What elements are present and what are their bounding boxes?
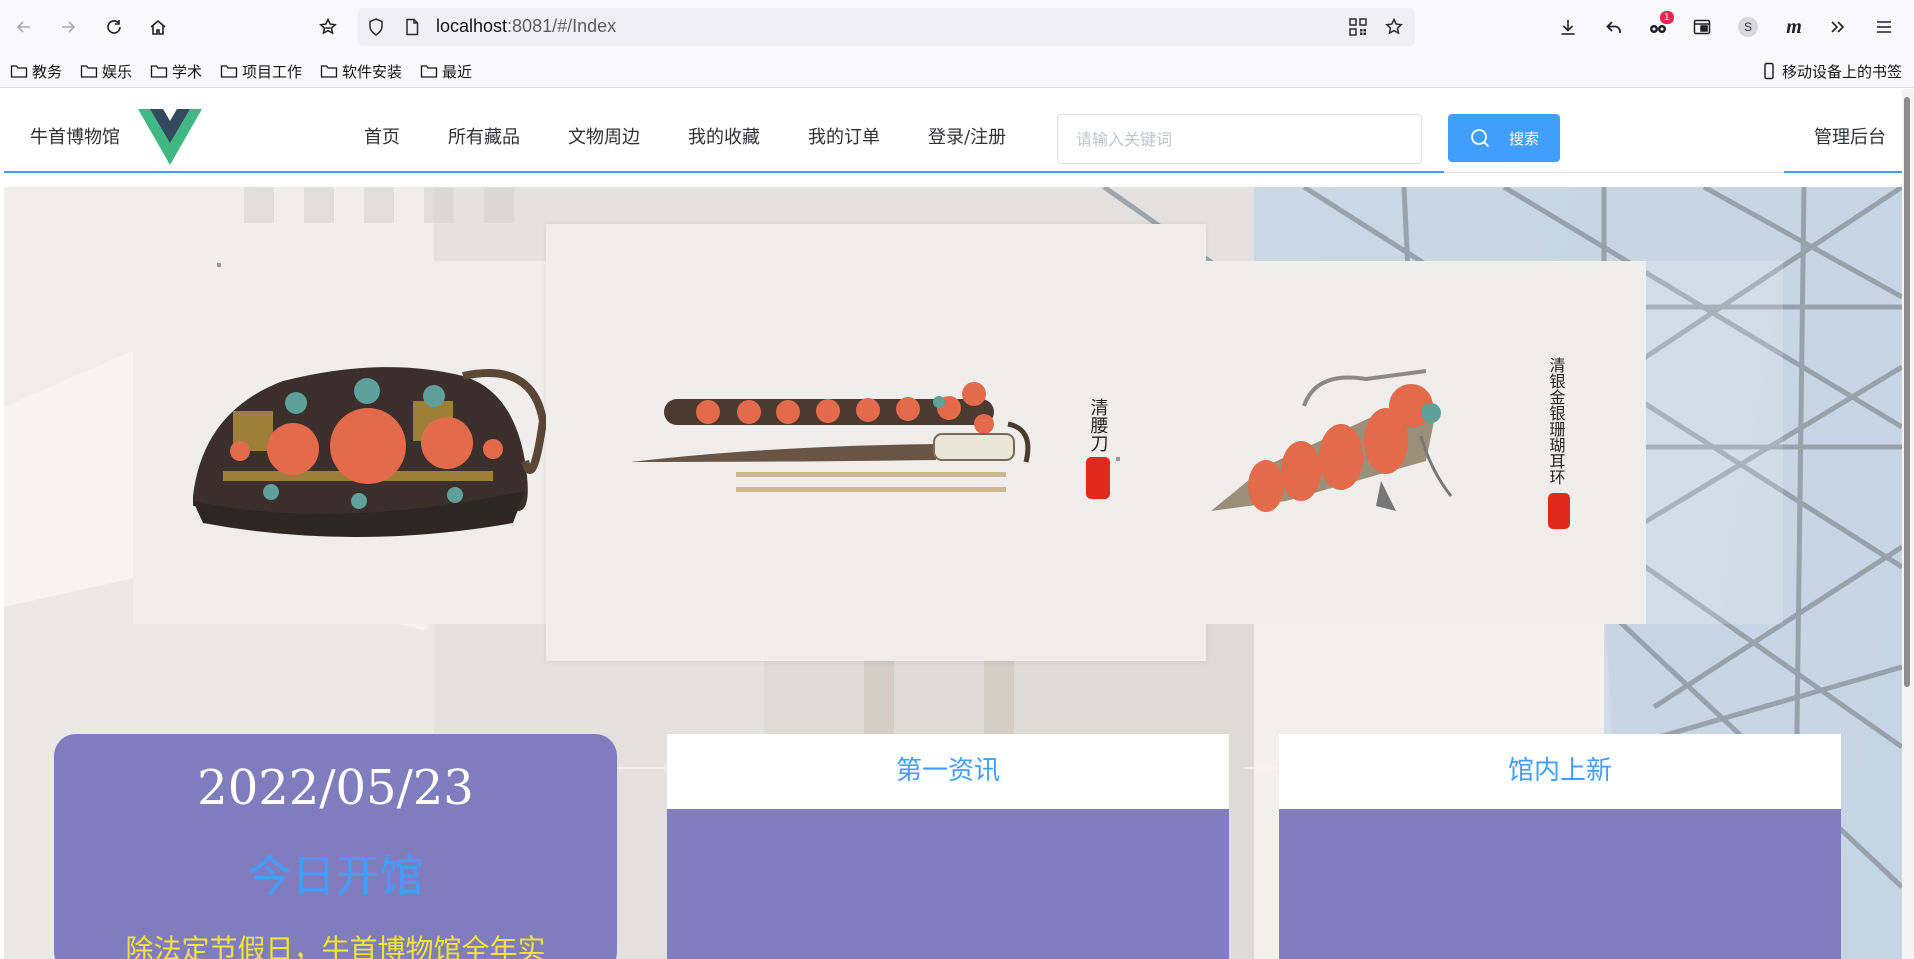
search-icon [1471,129,1490,148]
home-icon[interactable] [142,11,174,43]
today-date: 2022/05/23 [197,760,474,816]
nav-orders[interactable]: 我的订单 [808,123,880,149]
nav-admin[interactable]: 管理后台 [1814,123,1886,149]
nav-login-register[interactable]: 登录/注册 [928,123,1006,149]
site-brand[interactable]: 牛首博物馆 [30,123,120,149]
new-arrivals-body [1279,809,1841,959]
folder-icon [420,65,438,78]
address-bar[interactable]: localhost:8081/#/Index [358,8,1415,46]
artifact-pouch-image [133,261,547,624]
menu-icon[interactable] [1868,11,1900,43]
folder-icon [150,65,168,78]
artifact-earring-image: 清银金银珊瑚耳环 [1206,261,1646,624]
nav-favorites[interactable]: 我的收藏 [688,123,760,149]
carousel-slide-next[interactable] [1646,261,1783,624]
news-title[interactable]: 第一资讯 [667,734,1229,809]
carousel-slide-center[interactable]: 清腰刀 [546,224,1206,661]
nav-souvenirs[interactable]: 文物周边 [568,123,640,149]
bookmark-folder[interactable]: 项目工作 [220,60,302,82]
page-icon[interactable] [402,17,422,37]
folder-icon [10,65,28,78]
news-panel: 第一资讯 [667,734,1229,959]
bookmark-folder[interactable]: 娱乐 [80,60,132,82]
bookmarks-bar: 教务 娱乐 学术 项目工作 软件安装 最近 移动设备上的书签 [0,54,1914,88]
open-status: 今日开馆 [247,851,424,902]
bookmark-folder[interactable]: 软件安装 [320,60,402,82]
undo-arrow-icon[interactable] [1598,11,1630,43]
bookmark-star-icon[interactable] [1384,17,1404,37]
shield-icon[interactable] [366,17,386,37]
url-text[interactable]: localhost:8081/#/Index [436,16,616,37]
back-icon[interactable] [8,11,40,43]
mobile-bookmarks[interactable]: 移动设备上的书签 [1760,60,1902,82]
news-body [667,809,1229,959]
folder-icon [220,65,238,78]
artifact-knife-image: 清腰刀 [546,224,1206,661]
star-list-icon[interactable] [312,11,344,43]
opening-hours-panel: 2022/05/23 今日开馆 除法定节假日，牛首博物馆全年实 [54,734,617,959]
profile-s-icon[interactable]: S [1732,11,1764,43]
carousel-slide-left[interactable] [133,261,547,624]
nav-underline [4,171,1444,173]
reader-icon[interactable] [1686,11,1718,43]
extension-badge: 1 [1660,11,1674,24]
bookmark-folder[interactable]: 学术 [150,60,202,82]
nav-divider [1444,172,1784,173]
m-extension-icon[interactable]: m [1778,11,1810,43]
new-arrivals-panel: 馆内上新 [1279,734,1841,959]
download-icon[interactable] [1552,11,1584,43]
extension-icon[interactable]: 1 [1642,11,1674,43]
svg-text:清腰刀: 清腰刀 [1088,398,1109,452]
new-arrivals-title[interactable]: 馆内上新 [1279,734,1841,809]
folder-icon [320,65,338,78]
search-button[interactable]: 搜索 [1448,114,1560,162]
nav-underline-right [1784,171,1902,173]
vue-logo[interactable] [138,109,202,165]
overflow-chevrons-icon[interactable] [1822,11,1854,43]
center-caption: 清腰刀 [1088,398,1109,452]
site-header: 牛首博物馆 首页 所有藏品 文物周边 我的收藏 我的订单 登录/注册 搜索 管理… [4,89,1902,173]
phone-icon [1764,62,1774,80]
bookmark-folder[interactable]: 教务 [10,60,62,82]
scrollbar-thumb[interactable] [1904,97,1910,687]
carousel-slide-right[interactable]: 清银金银珊瑚耳环 [1206,261,1646,624]
page-scrollbar[interactable] [1902,89,1914,959]
opening-notice: 除法定节假日，牛首博物馆全年实 [125,933,546,959]
nav-collections[interactable]: 所有藏品 [448,123,520,149]
search-button-label: 搜索 [1508,130,1539,148]
bookmark-folder[interactable]: 最近 [420,60,472,82]
qr-code-icon[interactable] [1348,17,1368,37]
search-input[interactable] [1057,114,1422,164]
svg-text:清银金银珊瑚耳环: 清银金银珊瑚耳环 [1547,357,1566,485]
browser-toolbar: localhost:8081/#/Index 1 S m [0,0,1914,54]
reload-icon[interactable] [98,11,130,43]
forward-icon[interactable] [52,11,84,43]
right-caption: 清银金银珊瑚耳环 [1547,357,1566,485]
page-viewport: 牛首博物馆 首页 所有藏品 文物周边 我的收藏 我的订单 登录/注册 搜索 管理… [0,89,1902,959]
folder-icon [80,65,98,78]
nav-home[interactable]: 首页 [364,123,400,149]
